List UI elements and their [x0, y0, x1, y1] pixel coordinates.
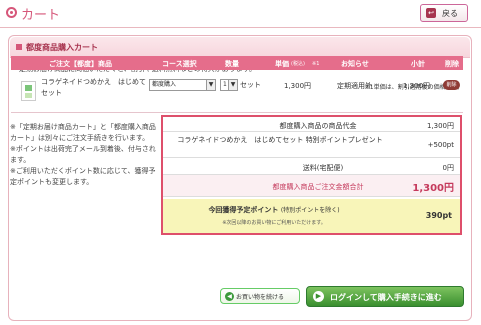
course-select[interactable]: 都度購入 ▼: [149, 79, 216, 91]
section-header: 都度商品購入カート: [10, 37, 470, 58]
note-separate-checkout: ※「定期お届け商品カート」と「都度購入商品カート」は別々にご注文手続きを行います…: [10, 123, 156, 142]
back-button[interactable]: ↩ 戻る: [420, 4, 468, 22]
product-name-link[interactable]: コラゲネイドつめかえ はじめてセット: [41, 77, 149, 99]
col-subtotal: 小計: [411, 60, 425, 68]
summary-label: コラゲネイドつめかえ はじめてセット 特別ポイントプレゼント: [177, 136, 383, 144]
unit-price: 1,300円: [284, 82, 312, 90]
arrow-left-icon: ◀: [225, 292, 234, 301]
col-price-tax: (税込): [291, 61, 305, 67]
summary-row-bonus-points: コラゲネイドつめかえ はじめてセット 特別ポイントプレゼント +500pt: [163, 132, 460, 158]
summary-value: +500pt: [427, 141, 454, 149]
points-value: 390pt: [425, 211, 452, 220]
points-sublabel: (特別ポイントを除く): [280, 207, 340, 214]
summary-value: 1,300円: [426, 122, 454, 130]
back-arrow-icon: ↩: [426, 8, 436, 18]
summary-value: 1,300円: [412, 183, 454, 194]
delete-button[interactable]: 削除: [443, 80, 460, 90]
points-note: ※次回以降のお買い物にご利用いただけます。: [222, 220, 326, 226]
points-box: 今回獲得予定ポイント (特別ポイントを除く) ※次回以降のお買い物にご利用いただ…: [163, 199, 460, 233]
col-delete: 削除: [445, 60, 459, 68]
item-notice: 定期適用外: [337, 82, 372, 90]
summary-row-product-total: 都度購入商品の商品代金 1,300円: [163, 117, 460, 132]
note-point-usage: ※ご利用いただくポイント数に応じて、獲得予定ポイントも変更します。: [10, 167, 156, 186]
col-product: ご注文【都度】商品: [49, 60, 112, 68]
continue-shopping-button[interactable]: ◀ お買い物を続ける: [220, 288, 300, 304]
course-select-value: 都度購入: [152, 81, 177, 88]
section-square-icon: [16, 44, 22, 50]
section-title: 都度商品購入カート: [26, 43, 98, 52]
summary-label: 都度購入商品の商品代金: [279, 122, 357, 130]
continue-shopping-label: お買い物を続ける: [236, 294, 285, 301]
col-price: 単価: [275, 60, 289, 68]
chevron-down-icon: ▼: [206, 80, 215, 90]
summary-label: 送料(宅配便): [302, 164, 344, 172]
col-course: コース選択: [162, 60, 197, 68]
order-summary: 都度購入商品の商品代金 1,300円 コラゲネイドつめかえ はじめてセット 特別…: [161, 115, 462, 235]
login-checkout-label: ログインして購入手続きに進む: [330, 293, 442, 302]
quantity-unit: セット: [240, 81, 261, 89]
col-notice: お知らせ: [341, 60, 369, 68]
summary-value: 0円: [442, 164, 454, 172]
back-button-label: 戻る: [442, 9, 458, 18]
cart-item-row: コラゲネイドつめかえ はじめてセット 都度購入 ▼ 1 ▼ セット 1,300円…: [11, 71, 463, 113]
arrow-right-icon: ▶: [313, 291, 324, 302]
col-price-note: ※1: [312, 61, 320, 67]
page-header: カート ↩ 戻る: [0, 0, 481, 28]
item-subtotal: 1,300円: [403, 82, 431, 90]
cart-title-bullet-icon: [6, 7, 17, 18]
page-title: カート: [21, 8, 61, 23]
login-checkout-button[interactable]: ▶ ログインして購入手続きに進む: [306, 286, 464, 307]
cart-table-header: ご注文【都度】商品 コース選択 数量 単価 (税込) ※1 お知らせ 小計 削除: [11, 56, 463, 70]
summary-row-grand-total: 都度購入商品ご注文金額合計 1,300円: [163, 175, 460, 197]
quantity-select-value: 1: [223, 81, 227, 88]
summary-row-shipping: 送料(宅配便) 0円: [163, 158, 460, 175]
note-point-timing: ※ポイントは出荷完了メール到着後、付与されます。: [10, 145, 156, 164]
cart-notes: ※「定期お届け商品カート」と「都度購入商品カート」は別々にご注文手続きを行います…: [10, 122, 156, 188]
summary-label: 都度購入商品ご注文金額合計: [272, 183, 364, 191]
quantity-select[interactable]: 1 ▼: [220, 79, 238, 91]
col-qty: 数量: [225, 60, 239, 68]
product-thumbnail[interactable]: [21, 81, 36, 101]
chevron-down-icon: ▼: [228, 80, 237, 90]
points-label: 今回獲得予定ポイント: [208, 206, 279, 214]
